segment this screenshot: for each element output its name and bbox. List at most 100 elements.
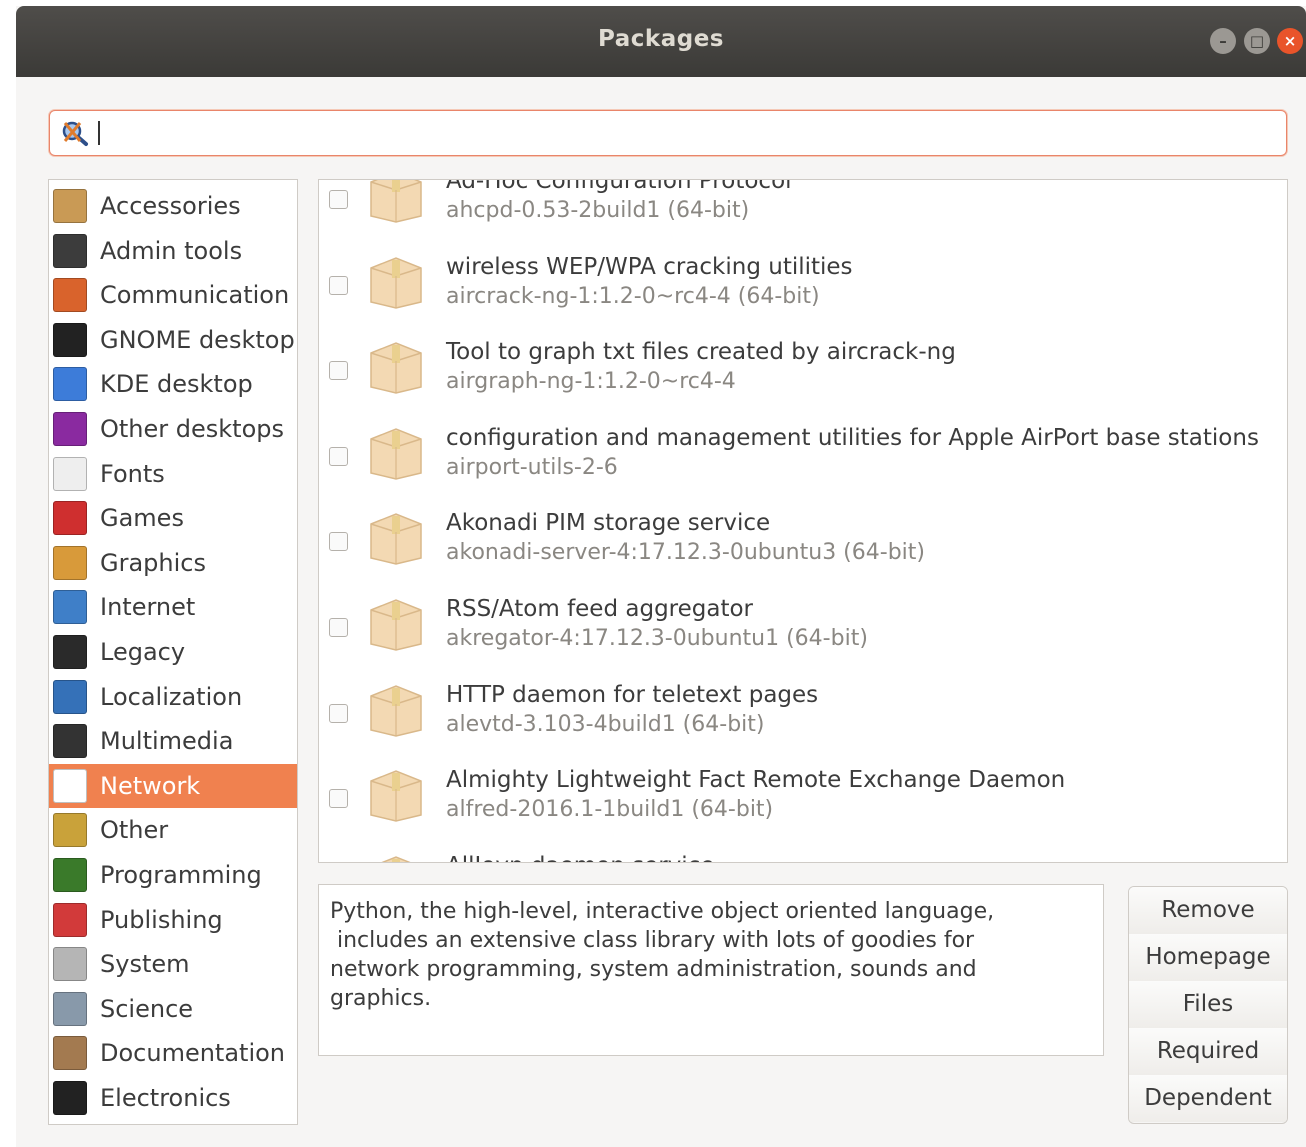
sidebar-item-fonts[interactable]: Fonts (49, 452, 297, 496)
sidebar-item-graphics[interactable]: Graphics (49, 541, 297, 585)
sidebar-item-other-desktops[interactable]: Other desktops (49, 407, 297, 451)
package-box-icon (365, 765, 427, 823)
sidebar-item-accessories[interactable]: Accessories (49, 184, 297, 228)
maximize-icon[interactable]: □ (1244, 28, 1270, 54)
package-version: airgraph-ng-1:1.2-0~rc4-4 (446, 369, 736, 395)
package-checkbox[interactable] (329, 532, 348, 552)
required-button[interactable]: Required (1129, 1028, 1287, 1076)
sidebar-item-system[interactable]: System (49, 942, 297, 986)
package-checkbox[interactable] (329, 703, 348, 723)
search-input[interactable] (49, 110, 1287, 156)
sidebar-item-science[interactable]: Science (49, 987, 297, 1031)
sidebar-item-label: Admin tools (100, 236, 243, 265)
window-title: Packages (598, 26, 724, 52)
category-list[interactable]: Accessories Admin tools Communication GNOME… (48, 179, 298, 1125)
package-row[interactable]: Akonadi PIM storage service akonadi-serve… (319, 504, 1287, 590)
package-list[interactable]: Ad-Hoc Configuration Protocol ahcpd-0.53-… (318, 179, 1288, 863)
sidebar-item-legacy[interactable]: Legacy (49, 630, 297, 674)
files-button[interactable]: Files (1129, 981, 1287, 1029)
sidebar-item-internet[interactable]: Internet (49, 585, 297, 629)
package-name: Ad-Hoc Configuration Protocol (446, 179, 792, 194)
package-name: RSS/Atom feed aggregator (446, 596, 754, 622)
homepage-button[interactable]: Homepage (1129, 934, 1287, 982)
package-checkbox[interactable] (329, 361, 348, 381)
sidebar-item-admin-tools[interactable]: Admin tools (49, 229, 297, 273)
package-checkbox[interactable] (329, 789, 348, 809)
sidebar-item-gnome-desktop[interactable]: GNOME desktop (49, 318, 297, 362)
sidebar-item-multimedia[interactable]: Multimedia (49, 719, 297, 763)
sidebar-item-communication[interactable]: Communication (49, 273, 297, 317)
other-icon (53, 813, 87, 848)
sidebar-item-other[interactable]: Other (49, 808, 297, 852)
sidebar-item-label: Graphics (100, 548, 206, 577)
text-caret (98, 121, 100, 145)
package-version: alfred-2016.1-1build1 (64-bit) (446, 797, 774, 823)
sidebar-item-label: Network (100, 771, 201, 800)
search-clear-icon[interactable] (60, 119, 90, 147)
gnome-foot-icon (53, 322, 87, 357)
package-description: Python, the high-level, interactive obje… (318, 884, 1104, 1056)
package-version: akonadi-server-4:17.12.3-0ubuntu3 (64-bi… (446, 540, 925, 566)
package-version: alevtd-3.103-4build1 (64-bit) (446, 711, 765, 737)
package-checkbox[interactable] (329, 446, 348, 466)
sidebar-item-label: Communication (100, 281, 290, 310)
sidebar-item-localization[interactable]: Localization (49, 675, 297, 719)
sidebar-item-publishing[interactable]: Publishing (49, 898, 297, 942)
package-checkbox[interactable] (329, 190, 348, 209)
package-row[interactable]: RSS/Atom feed aggregator akregator-4:17.1… (319, 590, 1287, 676)
sidebar-item-kde-desktop[interactable]: KDE desktop (49, 362, 297, 406)
accessories-icon (53, 189, 87, 223)
package-checkbox[interactable] (329, 618, 348, 637)
package-row[interactable]: wireless WEP/WPA cracking utilities aircr… (319, 248, 1287, 334)
package-version: akregator-4:17.12.3-0ubuntu1 (64-bit) (446, 626, 868, 651)
electronics-icon (53, 1081, 87, 1115)
sidebar-item-network[interactable]: Network (49, 763, 297, 808)
title-bar[interactable]: Packages – □ × (16, 6, 1306, 77)
package-name: Tool to graph txt files created by aircr… (446, 339, 956, 366)
package-row[interactable]: AllJoyn daemon service (319, 847, 1287, 862)
sidebar-item-label: Games (100, 504, 184, 533)
admin-tools-icon (53, 233, 87, 268)
sidebar-item-label: Other desktops (100, 415, 285, 443)
sidebar-item-label: Legacy (100, 638, 186, 666)
package-box-icon (365, 594, 427, 652)
package-box-icon (365, 680, 427, 738)
package-box-icon (365, 851, 427, 862)
package-version: ahcpd-0.53-2build1 (64-bit) (446, 198, 750, 223)
sidebar-item-label: Multimedia (100, 727, 234, 756)
sidebar-item-label: Localization (100, 682, 243, 711)
sidebar-item-documentation[interactable]: Documentation (49, 1031, 297, 1075)
fonts-icon (53, 456, 87, 491)
documentation-icon (53, 1036, 87, 1071)
publishing-icon (53, 902, 87, 937)
sidebar-item-label: GNOME desktop (100, 325, 295, 354)
communication-icon (53, 278, 87, 313)
package-name: HTTP daemon for teletext pages (446, 681, 819, 708)
network-icon (53, 768, 87, 803)
remove-button[interactable]: Remove (1129, 887, 1287, 935)
package-box-icon (365, 423, 427, 481)
sidebar-item-label: Documentation (100, 1039, 286, 1068)
programming-icon (53, 858, 87, 892)
sidebar-item-programming[interactable]: Programming (49, 853, 297, 897)
dependent-button[interactable]: Dependent (1129, 1075, 1287, 1122)
sidebar-item-electronics[interactable]: Electronics (49, 1076, 297, 1120)
package-row[interactable]: Tool to graph txt files created by aircr… (319, 333, 1287, 419)
package-checkbox[interactable] (329, 275, 348, 295)
sidebar-item-games[interactable]: Games (49, 496, 297, 540)
sidebar-item-label: Programming (100, 861, 262, 889)
package-name: configuration and management utilities f… (446, 424, 1259, 451)
minimize-icon[interactable]: – (1210, 28, 1236, 54)
sidebar-item-label: Publishing (100, 905, 223, 934)
package-row[interactable]: Almighty Lightweight Fact Remote Exchang… (319, 761, 1287, 847)
package-row[interactable]: Ad-Hoc Configuration Protocol ahcpd-0.53-… (319, 179, 1287, 248)
other-desktops-icon (53, 412, 87, 446)
package-version: aircrack-ng-1:1.2-0~rc4-4 (64-bit) (446, 283, 820, 309)
system-gear-icon (53, 947, 87, 982)
description-text: Python, the high-level, interactive obje… (330, 899, 995, 1011)
package-row[interactable]: HTTP daemon for teletext pages alevtd-3.1… (319, 676, 1287, 762)
close-icon[interactable]: × (1277, 28, 1303, 54)
package-row[interactable]: configuration and management utilities f… (319, 419, 1287, 505)
package-name: wireless WEP/WPA cracking utilities (446, 253, 853, 280)
package-box-icon (365, 252, 427, 310)
